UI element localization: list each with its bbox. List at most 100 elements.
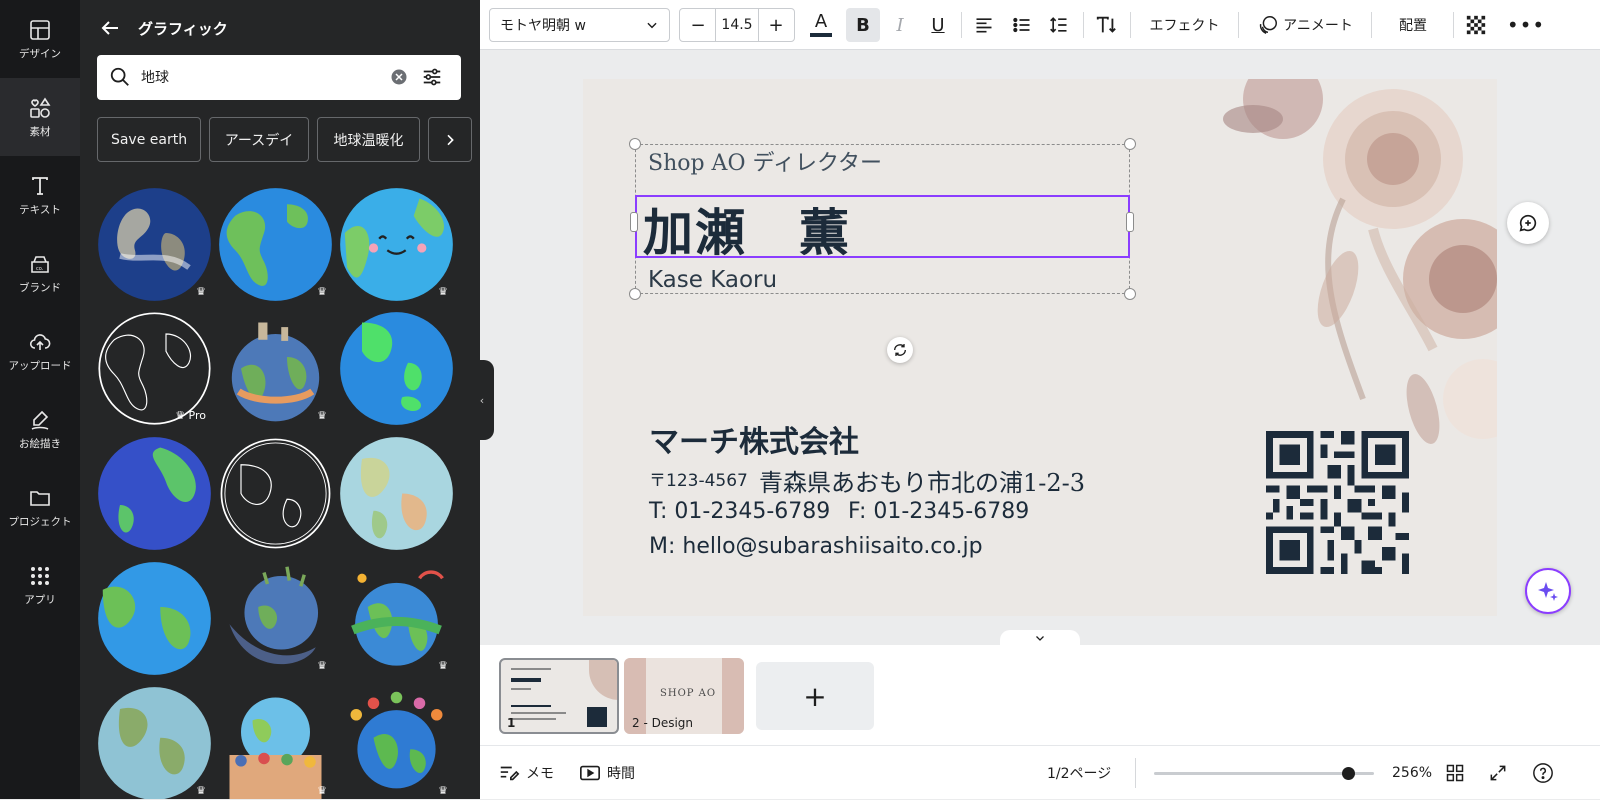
chip-earth-day[interactable]: アースデイ bbox=[209, 117, 309, 162]
floral-decoration[interactable] bbox=[1143, 79, 1497, 479]
chevron-left-icon: ‹ bbox=[479, 393, 485, 407]
grid-view-button[interactable] bbox=[1445, 746, 1465, 800]
comment-button[interactable] bbox=[1507, 202, 1549, 244]
graphic-earth-smile[interactable]: ♛ bbox=[339, 187, 454, 302]
address-text[interactable]: 青森県あおもり市北の浦1-2-3 bbox=[759, 463, 1085, 498]
font-family-value: モトヤ明朝 w bbox=[500, 18, 586, 34]
graphic-earth-hug[interactable]: ♛ bbox=[218, 311, 333, 426]
side-handle[interactable] bbox=[1126, 212, 1134, 232]
page-indicator[interactable]: 1/2ページ bbox=[1047, 746, 1111, 800]
magic-assistant-button[interactable] bbox=[1525, 568, 1571, 614]
postal-code-text[interactable]: 〒123-4567 bbox=[649, 466, 748, 491]
zoom-slider[interactable] bbox=[1154, 767, 1374, 780]
rail-draw[interactable]: お絵描き bbox=[0, 390, 80, 468]
graphic-earth-outline[interactable]: ♛ Pro bbox=[97, 311, 212, 426]
back-arrow-icon[interactable] bbox=[98, 16, 122, 40]
font-size-decrease-button[interactable]: − bbox=[681, 15, 715, 36]
graphic-earth-flat[interactable]: ♛ bbox=[218, 187, 333, 302]
underline-button[interactable]: U bbox=[921, 8, 955, 42]
email-text[interactable]: M: hello@subarashiisaito.co.jp bbox=[649, 534, 983, 559]
name-romaji-text[interactable]: Kase Kaoru bbox=[648, 267, 777, 293]
bold-icon: B bbox=[856, 14, 870, 36]
animate-icon bbox=[1260, 16, 1278, 34]
page-thumb-2[interactable]: SHOP AO 2 - Design bbox=[624, 658, 744, 734]
resize-handle[interactable] bbox=[1124, 138, 1136, 150]
search-input[interactable] bbox=[141, 66, 371, 88]
help-button[interactable] bbox=[1532, 746, 1554, 800]
spacing-button[interactable] bbox=[1042, 8, 1076, 42]
bold-button[interactable]: B bbox=[846, 8, 880, 42]
list-button[interactable] bbox=[1005, 8, 1039, 42]
rail-text[interactable]: テキスト bbox=[0, 156, 80, 234]
text-color-button[interactable]: A bbox=[806, 8, 836, 42]
folder-icon bbox=[30, 490, 50, 506]
role-text[interactable]: Shop AO ディレクター bbox=[648, 145, 882, 177]
font-size-input[interactable]: 14.5 bbox=[715, 8, 759, 42]
graphic-earth-vintage[interactable]: ♛ bbox=[97, 686, 212, 799]
chevron-right-icon bbox=[447, 134, 454, 145]
grid-view-icon bbox=[1446, 764, 1464, 782]
font-family-select[interactable]: モトヤ明朝 w bbox=[489, 8, 670, 42]
rail-design[interactable]: デザイン bbox=[0, 0, 80, 78]
animate-button[interactable]: アニメート bbox=[1245, 8, 1365, 42]
align-button[interactable] bbox=[967, 8, 1001, 42]
resize-handle[interactable] bbox=[629, 138, 641, 150]
graphic-earth-line-asia[interactable] bbox=[218, 436, 333, 551]
transparency-button[interactable] bbox=[1458, 8, 1494, 42]
italic-button[interactable]: I bbox=[883, 8, 917, 42]
resize-handle[interactable] bbox=[1124, 288, 1136, 300]
text-color-icon: A bbox=[814, 11, 828, 32]
chip-save-earth[interactable]: Save earth bbox=[97, 117, 201, 162]
rail-upload[interactable]: アップロード bbox=[0, 312, 80, 390]
crown-icon: ♛ bbox=[438, 285, 448, 298]
upload-icon bbox=[29, 333, 51, 350]
graphic-earth-kids[interactable]: ♛ bbox=[339, 686, 454, 799]
chip-global-warming[interactable]: 地球温暖化 bbox=[317, 117, 420, 162]
page-thumb-1[interactable]: 1 bbox=[499, 658, 619, 734]
graphic-earth-watercolor[interactable] bbox=[339, 436, 454, 551]
graphic-earth-whale[interactable]: ♛ bbox=[218, 561, 333, 676]
tel-text[interactable]: T: 01-2345-6789 bbox=[649, 499, 830, 524]
name-text[interactable]: 加瀬 薫 bbox=[643, 193, 851, 265]
clear-icon[interactable] bbox=[390, 68, 408, 86]
graphic-earth-photo[interactable]: ♛ bbox=[97, 187, 212, 302]
fax-text[interactable]: F: 01-2345-6789 bbox=[848, 499, 1029, 524]
hide-pages-button[interactable] bbox=[1000, 630, 1080, 646]
graphic-earth-blue-texture[interactable] bbox=[97, 436, 212, 551]
more-button[interactable]: ••• bbox=[1507, 8, 1544, 42]
fullscreen-button[interactable] bbox=[1488, 746, 1508, 800]
rail-projects[interactable]: プロジェクト bbox=[0, 468, 80, 546]
graphic-earth-people[interactable]: ♛ bbox=[218, 686, 333, 799]
resize-handle[interactable] bbox=[629, 288, 641, 300]
filter-icon[interactable] bbox=[421, 66, 443, 88]
rail-brand[interactable]: co. ブランド bbox=[0, 234, 80, 312]
shapes-icon bbox=[30, 97, 51, 118]
position-button[interactable]: 配置 bbox=[1378, 8, 1448, 42]
graphic-earth-simple[interactable] bbox=[97, 561, 212, 676]
rail-elements[interactable]: 素材 bbox=[0, 78, 80, 156]
effects-button[interactable]: エフェクト bbox=[1137, 8, 1232, 42]
qr-code[interactable] bbox=[1266, 431, 1409, 574]
business-card-page[interactable]: Shop AO ディレクター 加瀬 薫 Kase Kaoru マーチ株式会社 〒… bbox=[583, 79, 1497, 616]
graphic-earth-asia[interactable] bbox=[339, 311, 454, 426]
font-size-increase-button[interactable]: + bbox=[759, 15, 793, 36]
rotate-handle[interactable] bbox=[887, 337, 913, 363]
zoom-slider-thumb[interactable] bbox=[1341, 767, 1355, 780]
rail-label: 素材 bbox=[29, 125, 51, 138]
side-handle[interactable] bbox=[630, 212, 638, 232]
add-page-button[interactable]: + bbox=[756, 662, 874, 730]
notes-button[interactable]: メモ bbox=[498, 746, 554, 800]
crown-icon: ♛ bbox=[317, 784, 327, 797]
notes-label: メモ bbox=[526, 766, 554, 782]
chips-next-button[interactable] bbox=[428, 117, 472, 162]
graphic-earth-hands[interactable]: ♛ bbox=[339, 561, 454, 676]
crown-icon: ♛ bbox=[317, 659, 327, 672]
chevron-down-icon bbox=[647, 22, 657, 29]
company-text[interactable]: マーチ株式会社 bbox=[649, 417, 859, 461]
rail-apps[interactable]: アプリ bbox=[0, 546, 80, 624]
zoom-value[interactable]: 256% bbox=[1392, 746, 1432, 800]
timer-button[interactable]: 時間 bbox=[579, 746, 635, 800]
page-number: 1 bbox=[507, 716, 516, 730]
text-direction-button[interactable] bbox=[1089, 8, 1123, 42]
collapse-panel-button[interactable]: ‹ bbox=[470, 360, 494, 440]
